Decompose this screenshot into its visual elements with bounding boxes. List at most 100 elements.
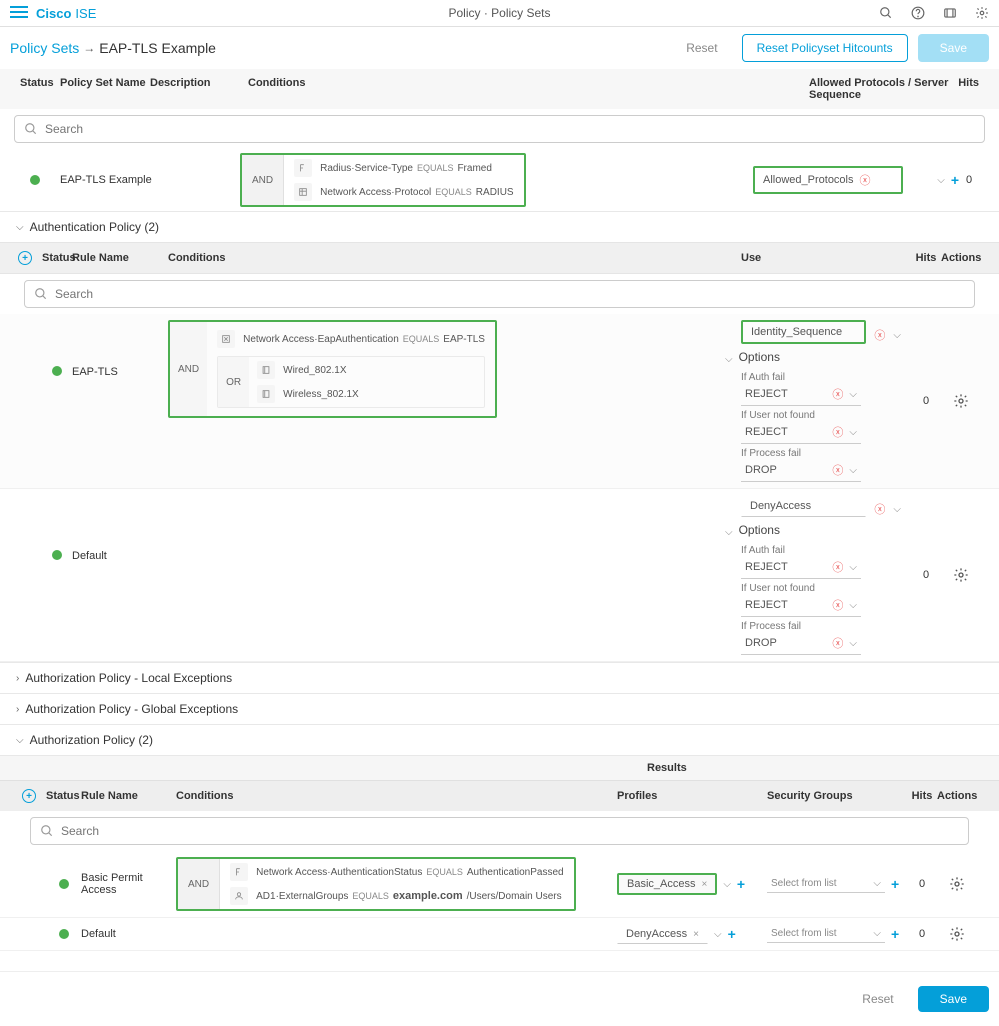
col-conditions: Conditions xyxy=(168,252,741,264)
add-rule-button[interactable]: + xyxy=(18,251,32,265)
operator-and: AND xyxy=(178,859,220,909)
process-fail-label: If Process fail xyxy=(741,621,901,632)
profile-select[interactable]: DenyAccess × xyxy=(617,924,708,944)
clear-icon[interactable]: ⓧ xyxy=(832,424,843,440)
operator-and: AND xyxy=(242,155,284,205)
ops-icon[interactable] xyxy=(943,6,957,20)
help-icon[interactable] xyxy=(911,6,925,20)
rule-name: Default xyxy=(72,495,168,562)
breadcrumb-link[interactable]: Policy Sets xyxy=(10,40,79,56)
section-toggle-local[interactable]: › Authorization Policy - Local Exception… xyxy=(0,663,999,693)
add-rule-button[interactable]: + xyxy=(22,789,36,803)
allowed-protocols-select[interactable]: Allowed_Protocols ⓧ xyxy=(753,166,903,194)
footer-reset-button[interactable]: Reset xyxy=(848,986,907,1012)
conditions-box[interactable]: AND Network Access·AuthenticationStatus … xyxy=(176,857,576,911)
add-icon[interactable]: + xyxy=(728,926,736,942)
footer-save-button[interactable]: Save xyxy=(918,986,989,1012)
identity-source-select[interactable]: Identity_Sequence xyxy=(741,320,866,344)
auth-fail-select[interactable]: REJECTⓧ⌵ xyxy=(741,556,861,579)
chevron-down-icon: ⌵ xyxy=(873,928,881,939)
chevron-down-icon[interactable]: ⌵ xyxy=(849,465,857,476)
process-fail-select[interactable]: DROPⓧ⌵ xyxy=(741,632,861,655)
clear-icon[interactable]: ⓧ xyxy=(832,559,843,575)
save-button-top[interactable]: Save xyxy=(918,34,989,62)
settings-icon[interactable] xyxy=(975,6,989,20)
security-group-select[interactable]: Select from list ⌵ xyxy=(767,925,885,943)
section-toggle-auth[interactable]: ⌵ Authentication Policy (2) xyxy=(0,212,999,242)
chevron-down-icon[interactable]: ⌵ xyxy=(725,527,733,538)
authz-rule-row-basic: Basic Permit Access AND Network Access·A… xyxy=(0,851,999,918)
operator-or: OR xyxy=(218,357,249,407)
clear-icon[interactable]: ⓧ xyxy=(860,172,871,188)
status-dot-icon xyxy=(52,366,62,376)
add-icon[interactable]: + xyxy=(951,172,959,188)
add-icon[interactable]: + xyxy=(891,876,899,892)
section-toggle-authz[interactable]: ⌵ Authorization Policy (2) xyxy=(0,725,999,755)
policy-search-bar xyxy=(14,115,985,143)
section-title: Authentication Policy (2) xyxy=(30,220,159,234)
chevron-down-icon[interactable]: ⌵ xyxy=(849,600,857,611)
gear-icon[interactable] xyxy=(953,567,969,583)
security-group-select[interactable]: Select from list ⌵ xyxy=(767,875,885,893)
identity-source-select[interactable]: DenyAccess xyxy=(741,495,866,517)
gear-icon[interactable] xyxy=(949,926,965,942)
policy-set-name: EAP-TLS Example xyxy=(60,174,240,186)
auth-fail-select[interactable]: REJECTⓧ⌵ xyxy=(741,383,861,406)
status-dot-icon xyxy=(30,175,40,185)
conditions-box[interactable]: AND Radius·Service-Type EQUALS Framed Ne… xyxy=(240,153,526,207)
clear-icon[interactable]: ⓧ xyxy=(874,327,885,343)
add-icon[interactable]: + xyxy=(737,876,745,892)
chevron-down-icon[interactable]: ⌵ xyxy=(849,562,857,573)
options-label: Options xyxy=(739,350,780,364)
chevron-down-icon[interactable]: ⌵ xyxy=(723,879,731,890)
logo[interactable]: Cisco ISE xyxy=(36,6,96,21)
conditions-box[interactable]: AND Network Access·EapAuthentication EQU… xyxy=(168,320,497,418)
condition-item: Radius·Service-Type EQUALS Framed xyxy=(294,159,513,177)
auth-rule-row-eap: EAP-TLS AND Network Access·EapAuthentica… xyxy=(0,314,999,489)
breadcrumb-current: EAP-TLS Example xyxy=(99,40,216,56)
section-toggle-global[interactable]: › Authorization Policy - Global Exceptio… xyxy=(0,694,999,724)
library-icon xyxy=(257,385,275,403)
chevron-down-icon[interactable]: ⌵ xyxy=(849,638,857,649)
authz-columns: + Status Rule Name Conditions Profiles S… xyxy=(0,780,999,811)
clear-icon[interactable]: ⓧ xyxy=(832,386,843,402)
chevron-down-icon[interactable]: ⌵ xyxy=(937,175,945,186)
col-conditions: Conditions xyxy=(176,790,617,802)
library-icon xyxy=(257,361,275,379)
chevron-down-icon[interactable]: ⌵ xyxy=(893,330,901,341)
clear-icon[interactable]: ⓧ xyxy=(832,462,843,478)
remove-icon[interactable]: × xyxy=(693,929,699,940)
chevron-down-icon[interactable]: ⌵ xyxy=(725,354,733,365)
chevron-down-icon[interactable]: ⌵ xyxy=(714,929,722,940)
user-nf-select[interactable]: REJECTⓧ⌵ xyxy=(741,421,861,444)
clear-icon[interactable]: ⓧ xyxy=(832,635,843,651)
reset-hitcounts-button[interactable]: Reset Policyset Hitcounts xyxy=(742,34,908,62)
search-icon[interactable] xyxy=(879,6,893,20)
rule-name: EAP-TLS xyxy=(72,320,168,378)
process-fail-select[interactable]: DROPⓧ⌵ xyxy=(741,459,861,482)
col-hits: Hits xyxy=(907,790,937,802)
chevron-right-icon: › xyxy=(16,704,19,715)
chevron-down-icon[interactable]: ⌵ xyxy=(849,427,857,438)
hamburger-icon[interactable] xyxy=(10,6,28,20)
clear-icon[interactable]: ⓧ xyxy=(832,597,843,613)
gear-icon[interactable] xyxy=(953,393,969,409)
authz-search-input[interactable] xyxy=(30,817,969,845)
condition-item: Network Access·EapAuthentication EQUALS … xyxy=(217,330,485,348)
col-status: Status xyxy=(42,252,72,264)
profile-select[interactable]: Basic_Access × xyxy=(617,873,717,895)
clear-icon[interactable]: ⓧ xyxy=(874,501,885,517)
remove-icon[interactable]: × xyxy=(701,879,707,890)
chevron-down-icon[interactable]: ⌵ xyxy=(849,389,857,400)
use-options-panel: Identity_Sequence ⓧ ⌵ ⌵ Options If Auth … xyxy=(741,320,901,482)
reset-button[interactable]: Reset xyxy=(672,34,731,62)
results-header: Results xyxy=(0,755,999,780)
auth-search-input[interactable] xyxy=(24,280,975,308)
add-icon[interactable]: + xyxy=(891,926,899,942)
hits-value: 0 xyxy=(959,174,979,186)
policy-search-input[interactable] xyxy=(14,115,985,143)
or-condition-block: OR Wired_802.1X Wireless_802.1X xyxy=(217,356,485,408)
user-nf-select[interactable]: REJECTⓧ⌵ xyxy=(741,594,861,617)
gear-icon[interactable] xyxy=(949,876,965,892)
chevron-down-icon[interactable]: ⌵ xyxy=(893,504,901,515)
